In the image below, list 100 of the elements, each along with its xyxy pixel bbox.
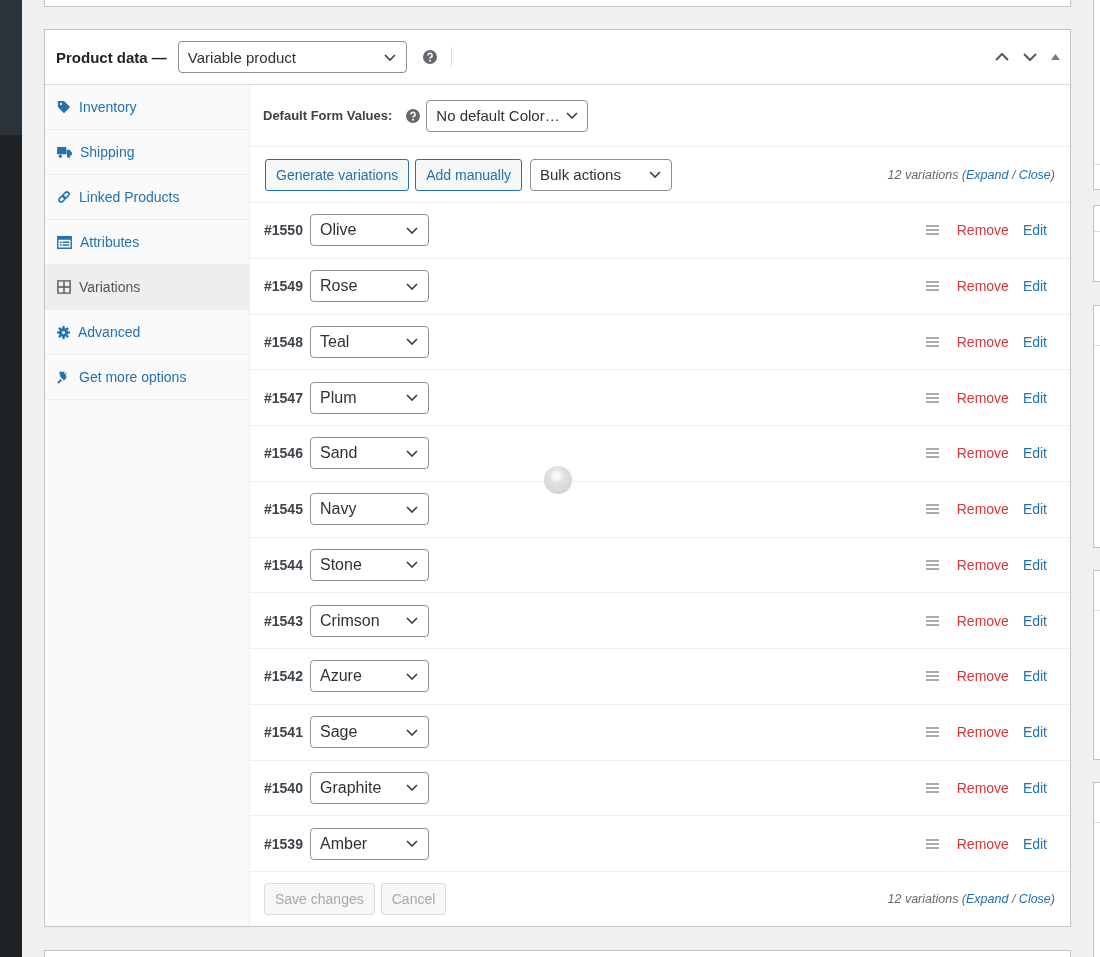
chevron-down-icon	[406, 561, 418, 569]
gear-icon	[57, 325, 70, 339]
expand-link[interactable]: Expand	[966, 167, 1009, 182]
variation-id: #1541	[264, 724, 304, 741]
chevron-down-icon	[406, 728, 418, 736]
drag-handle-icon[interactable]	[925, 392, 939, 403]
variation-attribute-select[interactable]: Graphite	[310, 771, 429, 804]
drag-handle-icon[interactable]	[925, 448, 939, 459]
chevron-down-icon	[406, 226, 418, 234]
drag-handle-icon[interactable]	[925, 225, 939, 236]
edit-link[interactable]: Edit	[1022, 779, 1047, 796]
chevron-down-icon	[406, 394, 418, 402]
drag-handle-icon[interactable]	[925, 559, 939, 570]
toolbar-button[interactable]: Generate variations	[265, 158, 410, 191]
field-label: Default Form Values:	[263, 108, 393, 123]
edit-link[interactable]: Edit	[1022, 445, 1047, 462]
chevron-down-icon	[406, 505, 418, 513]
remove-link[interactable]: Remove	[956, 612, 1009, 629]
variation-attribute-select[interactable]: Crimson	[310, 604, 429, 637]
edit-link[interactable]: Edit	[1022, 668, 1047, 685]
bulk-actions-select[interactable]: Bulk actions	[530, 158, 672, 191]
toolbar-button[interactable]: Add manually	[415, 158, 522, 191]
variation-attribute-select[interactable]: Rose	[310, 270, 429, 303]
variation-id: #1548	[264, 333, 304, 350]
variation-attribute-select[interactable]: Plum	[310, 381, 429, 414]
drag-handle-icon[interactable]	[925, 727, 939, 738]
chevron-down-icon	[406, 617, 418, 625]
remove-link[interactable]: Remove	[956, 835, 1009, 852]
grid-icon	[57, 280, 71, 294]
list-icon	[57, 235, 72, 249]
close-link[interactable]: Close	[1018, 167, 1051, 182]
loading-spinner-icon	[544, 466, 572, 494]
edit-link[interactable]: Edit	[1022, 389, 1047, 406]
remove-link[interactable]: Remove	[956, 556, 1009, 573]
edit-link[interactable]: Edit	[1022, 333, 1047, 350]
edit-link[interactable]: Edit	[1022, 501, 1047, 518]
drag-handle-icon[interactable]	[925, 671, 939, 682]
link-icon	[57, 190, 71, 204]
variation-id: #1546	[264, 445, 304, 462]
remove-link[interactable]: Remove	[956, 278, 1009, 295]
variation-attribute-select[interactable]: Amber	[310, 827, 429, 860]
remove-link[interactable]: Remove	[956, 333, 1009, 350]
chevron-up-icon[interactable]	[995, 53, 1009, 61]
drag-handle-icon[interactable]	[925, 782, 939, 793]
variation-attribute-select[interactable]: Teal	[310, 325, 429, 358]
variation-attribute-select[interactable]: Sage	[310, 716, 429, 749]
variation-attribute-select[interactable]: Olive	[310, 214, 429, 247]
edit-link[interactable]: Edit	[1022, 835, 1047, 852]
tag-icon	[57, 100, 71, 114]
chevron-down-icon	[649, 171, 661, 178]
edit-link[interactable]: Edit	[1022, 222, 1047, 239]
variation-id: #1540	[264, 779, 304, 796]
drag-handle-icon[interactable]	[925, 504, 939, 515]
variation-id: #1550	[264, 222, 304, 239]
sidebar-tab[interactable]: Shipping	[45, 130, 249, 175]
variations-count: 12 variations (Expand / Close)	[887, 892, 1055, 906]
variation-attribute-select[interactable]: Navy	[310, 493, 429, 526]
variation-id: #1539	[264, 835, 304, 852]
drag-handle-icon[interactable]	[925, 615, 939, 626]
variation-attribute-select[interactable]: Sand	[310, 437, 429, 470]
drag-handle-icon[interactable]	[925, 838, 939, 849]
variation-attribute-select[interactable]: Stone	[310, 548, 429, 581]
variation-id: #1547	[264, 389, 304, 406]
drag-handle-icon[interactable]	[925, 281, 939, 292]
variation-id: #1543	[264, 612, 304, 629]
sidebar-tab[interactable]: Inventory	[45, 85, 249, 130]
default-color-select[interactable]: No default Color…	[426, 99, 589, 132]
chevron-down-icon	[383, 53, 396, 61]
remove-link[interactable]: Remove	[956, 222, 1009, 239]
chevron-down-icon	[406, 282, 418, 290]
drag-handle-icon[interactable]	[925, 336, 939, 347]
edit-link[interactable]: Edit	[1022, 556, 1047, 573]
chevron-down-icon	[406, 449, 418, 457]
sidebar-tab[interactable]: Variations	[45, 265, 249, 310]
truck-icon	[57, 146, 72, 158]
chevron-down-icon	[406, 784, 418, 792]
chevron-down-icon[interactable]	[1023, 53, 1037, 61]
remove-link[interactable]: Remove	[956, 445, 1009, 462]
remove-link[interactable]: Remove	[956, 779, 1009, 796]
panel-title: Product data —	[56, 48, 167, 66]
chevron-down-icon	[406, 672, 418, 680]
variation-id: #1545	[264, 501, 304, 518]
remove-link[interactable]: Remove	[956, 668, 1009, 685]
variation-attribute-select[interactable]: Azure	[310, 660, 429, 693]
close-link[interactable]: Close	[1018, 892, 1051, 906]
variation-id: #1542	[264, 668, 304, 685]
sidebar-tab[interactable]: Get more options	[45, 355, 249, 400]
sidebar-tab[interactable]: Advanced	[45, 310, 249, 355]
edit-link[interactable]: Edit	[1022, 612, 1047, 629]
remove-link[interactable]: Remove	[956, 724, 1009, 741]
help-icon[interactable]	[406, 108, 421, 123]
product-type-select[interactable]: Variable product	[177, 41, 407, 73]
remove-link[interactable]: Remove	[956, 389, 1009, 406]
help-icon[interactable]	[422, 50, 437, 64]
triangle-up-icon[interactable]	[1051, 54, 1060, 60]
expand-link[interactable]: Expand	[966, 892, 1009, 906]
remove-link[interactable]: Remove	[956, 501, 1009, 518]
sidebar-tab[interactable]: Linked Products	[45, 175, 249, 220]
edit-link[interactable]: Edit	[1022, 278, 1047, 295]
edit-link[interactable]: Edit	[1022, 724, 1047, 741]
